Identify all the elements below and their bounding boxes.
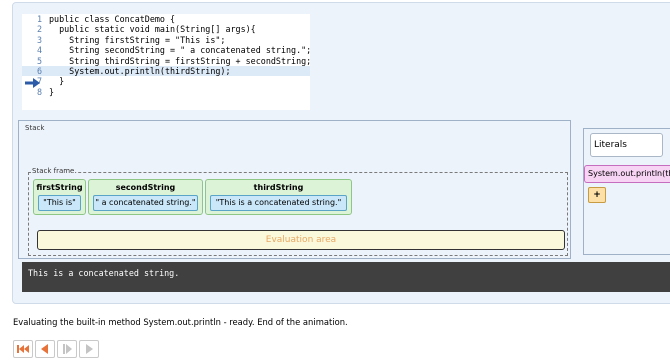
variable-value: " a concatenated string." [93,195,198,211]
variable-third-string: thirdString "This is a concatenated stri… [205,179,352,215]
line-number: 6 [36,65,42,76]
variable-value: "This is" [38,195,81,211]
line-number: 3 [36,34,42,45]
play-step-button[interactable] [57,340,77,358]
code-line: 7 } [22,76,310,86]
variable-first-string: firstString "This is" [33,179,86,215]
console-text: This is a concatenated string. [28,268,180,278]
line-number: 8 [36,86,42,97]
code-text: String firstString = "This is"; [49,34,226,45]
variable-second-string: secondString " a concatenated string." [88,179,203,215]
line-number: 1 [36,14,42,24]
code-text: } [49,86,55,97]
step-back-button[interactable] [35,340,55,358]
operator-literal: + [588,187,606,203]
code-line: 3 String firstString = "This is"; [22,35,310,45]
code-line: 2 public static void main(String[] args)… [22,24,310,34]
stack-label: Stack [25,124,45,132]
variable-name: thirdString [253,183,304,192]
code-text: String secondString = " a concatenated s… [49,45,312,56]
code-line: 1 public class ConcatDemo { [22,14,310,24]
literals-panel: Literals System.out.println(thirdString)… [583,128,670,255]
code-text: public class ConcatDemo { [49,14,176,24]
console-output: This is a concatenated string. [22,262,670,292]
evaluation-area: Evaluation area [37,230,565,250]
rewind-to-start-icon [17,345,29,353]
stack-frame: Stack frame firstString "This is" second… [28,167,568,256]
variable-name: firstString [36,183,83,192]
current-code-line: 6 System.out.println(thirdString); [22,65,310,77]
variable-name: secondString [115,183,176,192]
code-text: String thirdString = firstString + secon… [49,55,312,66]
forward-button[interactable] [79,340,99,358]
code-text: public static void main(String[] args){ [49,24,256,35]
status-message: Evaluating the built-in method System.ou… [13,317,348,327]
stack-frame-label: Stack frame [31,167,76,175]
literals-title: Literals [590,133,663,157]
current-line-arrow-icon [25,78,40,88]
play-step-icon [63,344,72,354]
variable-value: "This is a concatenated string." [210,195,347,211]
stack-area: Stack Stack frame firstString "This is" … [18,120,571,259]
line-number: 2 [36,24,42,35]
method-literal: System.out.println(thirdString) [584,165,670,183]
code-line: 5 String thirdString = firstString + sec… [22,55,312,66]
code-text: } [49,76,65,87]
code-text: System.out.println(thirdString); [49,65,231,76]
line-number: 4 [36,45,42,56]
code-line: 4 String secondString = " a concatenated… [22,45,312,56]
step-back-icon [41,344,48,354]
code-editor: 1 public class ConcatDemo { 2 public stat… [22,14,312,110]
forward-icon [86,344,93,354]
rewind-button[interactable] [13,340,33,358]
code-line: 8} [22,87,310,97]
line-number: 5 [36,55,42,66]
